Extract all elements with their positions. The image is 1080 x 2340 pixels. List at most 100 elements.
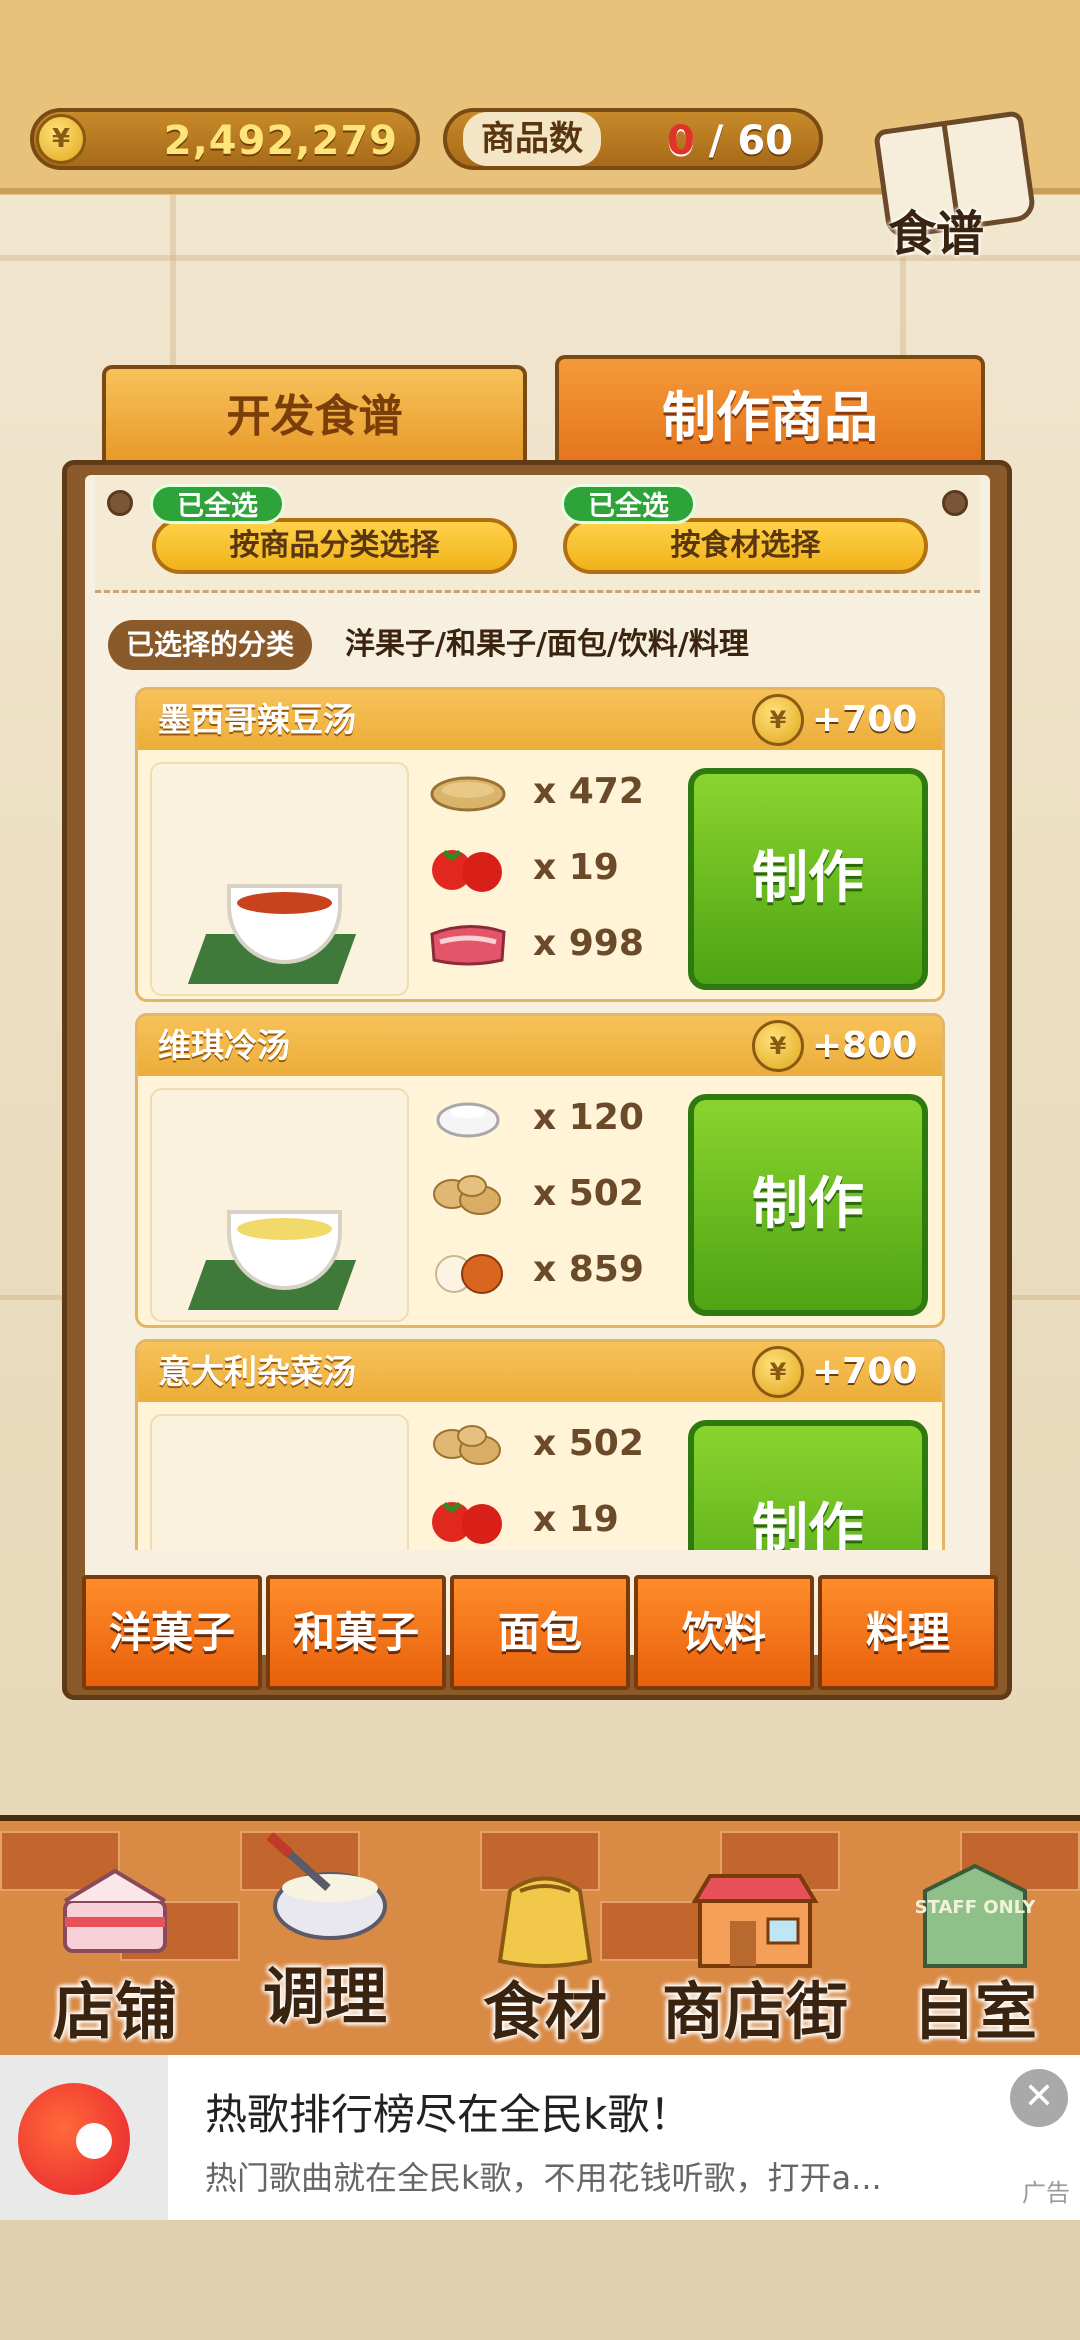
ingredient-quantity: x 859 [533,1249,644,1290]
category-bar: 洋菓子 和菓子 面包 饮料 料理 [82,1575,1002,1693]
recipe-header: 墨西哥辣豆汤 ¥ +700 [138,690,942,750]
nav-my-room[interactable]: STAFF ONLY 自室 [880,1821,1070,2061]
nav-shop-label: 店铺 [52,1975,177,2048]
potato-icon [433,1425,501,1465]
karaoke-app-logo-icon [18,2083,130,2195]
ad-label: 广告 [1022,2179,1070,2207]
rivet-icon [942,490,968,516]
item-count-current: 0 [667,118,695,164]
category-bread[interactable]: 面包 [450,1575,630,1690]
ingredient-row: x 502 [428,1414,644,1474]
nav-ingredients-label: 食材 [482,1975,607,2048]
coin-icon: ¥ [752,1346,804,1398]
nav-my-room-label: 自室 [912,1975,1037,2048]
selected-category-value: 洋果子/和果子/面包/饮料/料理 [345,627,749,662]
recipe-header: 意大利杂菜汤 ¥ +700 [138,1342,942,1402]
category-dishes[interactable]: 料理 [818,1575,998,1690]
price-value: +700 [812,1351,918,1392]
price-value: +800 [812,1025,918,1066]
bottom-navigation: 店铺 调理 食材 商店街 STAFF ONLY 自室 [0,1815,1080,2061]
nav-ingredients[interactable]: 食材 [450,1821,640,2061]
item-count-label: 商品数 [463,112,601,166]
price-value: +700 [812,699,918,740]
ingredient-row: x 472 [428,762,644,822]
tab-make-product[interactable]: 制作商品 [555,355,985,473]
beans-icon [430,776,506,812]
select-all-badge: 已全选 [150,484,285,524]
recipe-price: ¥ +800 [752,1020,922,1072]
nav-cooking-label: 调理 [262,1960,387,2033]
close-icon[interactable]: ✕ [1010,2069,1068,2127]
category-drinks[interactable]: 饮料 [634,1575,814,1690]
select-all-badge: 已全选 [561,484,696,524]
whisk-bowl-icon [266,1832,387,1940]
rivet-icon [107,490,133,516]
recipe-book-button[interactable]: 食谱 [870,110,1040,262]
ingredient-row: x 19 [428,1490,619,1550]
storefront-icon [691,1874,819,1968]
ingredient-row: x 859 [428,1240,644,1300]
item-count: 商品数 0 / 60 [443,108,823,170]
staff-only-sign-icon: STAFF ONLY [915,1863,1035,1968]
ad-banner[interactable]: 热歌排行榜尽在全民k歌！ 热门歌曲就在全民k歌，不用花钱听歌，打开a... ✕ … [0,2055,1080,2220]
recipe-list[interactable]: 墨西哥辣豆汤 ¥ +700 x 472 x 19 x 998 制作 维琪冷汤 ¥… [130,685,950,1550]
category-japanese-sweets[interactable]: 和菓子 [266,1575,446,1690]
nav-cooking[interactable]: 调理 [225,1821,425,2061]
item-count-max: 60 [737,118,793,164]
recipe-card: 意大利杂菜汤 ¥ +700 x 502 x 19 制作 [135,1339,945,1550]
recipe-price: ¥ +700 [752,694,922,746]
ingredient-row: x 120 [428,1088,644,1148]
item-count-value: 0 / 60 [667,118,793,164]
recipe-card: 维琪冷汤 ¥ +800 x 120 x 502 x 859 制作 [135,1013,945,1328]
recipe-name: 意大利杂菜汤 [158,1352,356,1391]
ingredient-row: x 19 [428,838,619,898]
dish-image [150,1414,409,1550]
item-count-separator: / [708,118,724,164]
ad-title: 热歌排行榜尽在全民k歌！ [205,2090,692,2139]
dish-image [150,762,409,996]
nav-shopping-street[interactable]: 商店街 [640,1821,870,2061]
ad-logo-area [0,2055,168,2220]
coin-icon: ¥ [752,694,804,746]
staff-sign-text: STAFF ONLY [915,1897,1035,1918]
coin-icon: ¥ [752,1020,804,1072]
ingredient-row: x 998 [428,914,644,974]
nav-shopping-street-label: 商店街 [661,1975,848,2048]
potato-icon [433,1175,501,1215]
ingredient-quantity: x 998 [533,923,644,964]
make-button[interactable]: 制作 [688,1094,928,1316]
ingredient-quantity: x 502 [533,1173,644,1214]
make-button[interactable]: 制作 [688,768,928,990]
tab-develop-recipe[interactable]: 开发食谱 [102,365,527,460]
tomato-icon [432,850,502,892]
recipe-header: 维琪冷汤 ¥ +800 [138,1016,942,1076]
dish-image [150,1088,409,1322]
ingredient-quantity: x 120 [533,1097,644,1138]
nav-shop[interactable]: 店铺 [20,1821,210,2061]
flour-sack-icon [497,1876,593,1968]
recipe-name: 墨西哥辣豆汤 [158,700,356,739]
ingredient-quantity: x 472 [533,771,644,812]
recipe-book-label: 食谱 [888,206,985,262]
ad-description: 热门歌曲就在全民k歌，不用花钱听歌，打开a... [205,2159,882,2197]
cake-icon [63,1868,167,1953]
recipe-card: 墨西哥辣豆汤 ¥ +700 x 472 x 19 x 998 制作 [135,687,945,1002]
bottom-background [0,2220,1080,2340]
recipe-name: 维琪冷汤 [158,1026,290,1065]
make-button[interactable]: 制作 [688,1420,928,1550]
tomato-icon [432,1502,502,1544]
salt-icon [436,1102,500,1138]
ingredient-quantity: x 502 [533,1423,644,1464]
coin-value: 2,492,279 [163,118,398,164]
coin-balance: ¥ 2,492,279 [30,108,420,170]
recipe-price: ¥ +700 [752,1346,922,1398]
meat-icon [430,924,506,966]
onion-icon [435,1254,503,1294]
ingredient-quantity: x 19 [533,1499,619,1540]
game-screen: ¥ 2,492,279 商品数 0 / 60 食谱 开发食谱 制作商品 按商品分… [0,0,1080,2340]
selected-category-tag: 已选择的分类 [108,620,313,670]
coin-icon: ¥ [36,114,86,164]
category-western-sweets[interactable]: 洋菓子 [82,1575,262,1690]
ingredient-row: x 502 [428,1164,644,1224]
ingredient-quantity: x 19 [533,847,619,888]
